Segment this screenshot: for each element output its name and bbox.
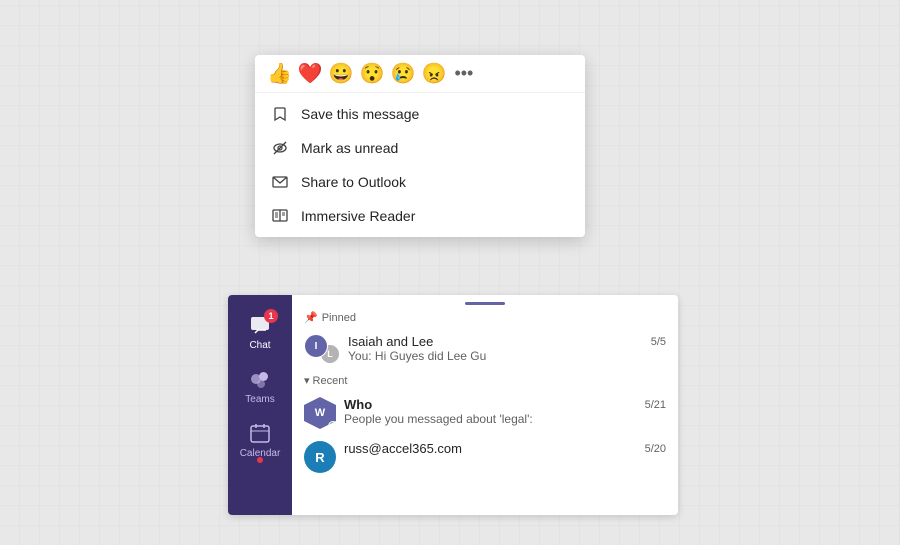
pinned-section-label: 📌 Pinned <box>292 303 678 328</box>
russ-name-row: russ@accel365.com 5/20 <box>344 441 666 456</box>
chat-list-header <box>292 295 678 303</box>
reaction-smile[interactable]: 😀 <box>329 64 354 84</box>
reaction-thumbsup[interactable]: 👍 <box>267 64 292 84</box>
isaiah-name-row: Isaiah and Lee 5/5 <box>348 334 666 349</box>
reaction-bar: 👍 ❤️ 😀 😯 😢 😠 ••• <box>255 55 585 93</box>
who-name: Who <box>344 397 372 412</box>
reaction-wow[interactable]: 😯 <box>360 64 385 84</box>
save-message-item[interactable]: Save this message <box>255 97 585 131</box>
chat-item-isaiah[interactable]: I L Isaiah and Lee 5/5 You: Hi Guyes did… <box>292 328 678 370</box>
who-status <box>328 421 338 431</box>
russ-info: russ@accel365.com 5/20 <box>344 441 666 456</box>
envelope-icon <box>271 173 289 191</box>
reader-icon <box>271 207 289 225</box>
bookmark-icon <box>271 105 289 123</box>
recent-section-label: ▾ Recent <box>292 370 678 391</box>
immersive-reader-item[interactable]: Immersive Reader <box>255 199 585 233</box>
isaiah-avatar: I L <box>304 334 340 364</box>
eye-slash-icon <box>271 139 289 157</box>
who-info: Who 5/21 People you messaged about 'lega… <box>344 397 666 426</box>
who-preview: People you messaged about 'legal': <box>344 412 666 426</box>
sidebar-item-chat[interactable]: 1 Chat <box>228 305 292 359</box>
isaiah-preview: You: Hi Guyes did Lee Gu <box>348 349 666 363</box>
chat-label: Chat <box>249 340 270 351</box>
teams-icon-wrap <box>248 367 272 391</box>
who-date: 5/21 <box>645 399 666 411</box>
chat-list: 📌 Pinned I L Isaiah and Lee 5/5 You: Hi … <box>292 295 678 515</box>
teams-icon <box>249 368 271 390</box>
who-avatar: W <box>304 397 336 429</box>
pinned-label: Pinned <box>322 312 356 324</box>
russ-avatar-wrap: R <box>304 441 336 473</box>
who-name-row: Who 5/21 <box>344 397 666 412</box>
calendar-icon <box>249 422 271 444</box>
chevron-icon: ▾ <box>304 374 310 387</box>
calendar-icon-wrap <box>248 421 272 445</box>
more-reactions-button[interactable]: ••• <box>454 63 473 84</box>
isaiah-info: Isaiah and Lee 5/5 You: Hi Guyes did Lee… <box>348 334 666 363</box>
isaiah-date: 5/5 <box>651 336 666 348</box>
pin-icon: 📌 <box>304 311 318 324</box>
mark-unread-item[interactable]: Mark as unread <box>255 131 585 165</box>
calendar-dot <box>257 457 263 463</box>
recent-label: Recent <box>313 375 348 387</box>
chat-item-russ[interactable]: R russ@accel365.com 5/20 <box>292 435 678 479</box>
reaction-angry[interactable]: 😠 <box>422 64 447 84</box>
teams-chat-panel: 1 Chat Teams <box>228 295 678 515</box>
save-message-label: Save this message <box>301 106 419 122</box>
reaction-heart[interactable]: ❤️ <box>298 64 323 84</box>
context-menu-popup: 👍 ❤️ 😀 😯 😢 😠 ••• Save this message <box>255 55 585 237</box>
chat-item-who[interactable]: W Who 5/21 People you messaged about 'le… <box>292 391 678 435</box>
russ-name: russ@accel365.com <box>344 441 462 456</box>
russ-date: 5/20 <box>645 443 666 455</box>
chat-badge: 1 <box>264 309 278 323</box>
share-outlook-item[interactable]: Share to Outlook <box>255 165 585 199</box>
isaiah-avatar-wrap: I L <box>304 334 340 364</box>
mark-unread-label: Mark as unread <box>301 140 398 156</box>
avatar-i: I <box>304 334 328 358</box>
immersive-reader-label: Immersive Reader <box>301 208 415 224</box>
sidebar: 1 Chat Teams <box>228 295 292 515</box>
reaction-sad[interactable]: 😢 <box>391 64 416 84</box>
context-menu: Save this message Mark as unread Share t… <box>255 93 585 237</box>
russ-avatar: R <box>304 441 336 473</box>
chat-icon-wrap: 1 <box>248 313 272 337</box>
share-outlook-label: Share to Outlook <box>301 174 406 190</box>
teams-label: Teams <box>245 394 274 405</box>
isaiah-name: Isaiah and Lee <box>348 334 433 349</box>
sidebar-item-calendar[interactable]: Calendar <box>228 413 292 467</box>
sidebar-item-teams[interactable]: Teams <box>228 359 292 413</box>
who-avatar-wrap: W <box>304 397 336 429</box>
